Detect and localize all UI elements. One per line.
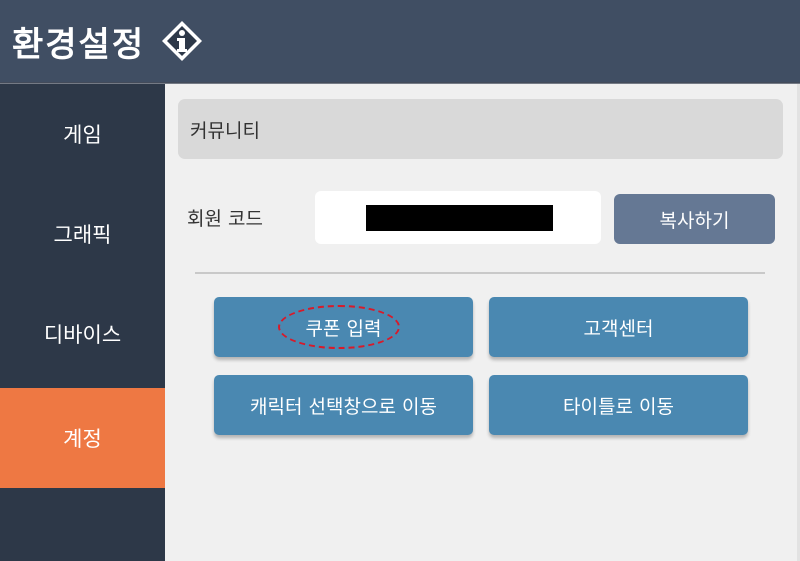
sidebar-item-label: 디바이스 — [43, 323, 122, 347]
support-button-label: 고객센터 — [583, 317, 654, 340]
sidebar-item-graphics[interactable]: 그래픽 — [0, 184, 165, 284]
page-title: 환경설정 — [12, 24, 146, 65]
character-select-button-label: 캐릭터 선택창으로 이동 — [250, 395, 437, 418]
account-panel: 커뮤니티 회원 코드 복사하기 쿠폰 입력 고객센터 캐릭터 선택창으로 이동 … — [165, 84, 800, 561]
sidebar-item-label: 게임 — [63, 123, 102, 147]
section-title: 커뮤니티 — [190, 119, 260, 142]
character-select-button[interactable]: 캐릭터 선택창으로 이동 — [214, 375, 473, 435]
coupon-button[interactable]: 쿠폰 입력 — [214, 297, 473, 357]
sidebar: 게임 그래픽 디바이스 계정 — [0, 84, 165, 561]
member-code-label: 회원 코드 — [187, 208, 263, 230]
info-icon[interactable] — [161, 20, 203, 62]
sidebar-item-game[interactable]: 게임 — [0, 84, 165, 184]
member-code-field — [315, 191, 601, 244]
sidebar-item-account[interactable]: 계정 — [0, 388, 165, 488]
divider — [195, 272, 765, 274]
member-code-redaction — [366, 205, 553, 231]
section-header: 커뮤니티 — [178, 99, 783, 159]
title-button-label: 타이틀로 이동 — [563, 395, 674, 418]
header-bar: 환경설정 — [0, 0, 800, 82]
support-button[interactable]: 고객센터 — [489, 297, 748, 357]
sidebar-item-label: 계정 — [63, 427, 102, 451]
copy-button[interactable]: 복사하기 — [614, 194, 775, 244]
coupon-button-label: 쿠폰 입력 — [305, 317, 382, 340]
sidebar-item-label: 그래픽 — [53, 223, 112, 247]
sidebar-item-device[interactable]: 디바이스 — [0, 284, 165, 384]
title-button[interactable]: 타이틀로 이동 — [489, 375, 748, 435]
